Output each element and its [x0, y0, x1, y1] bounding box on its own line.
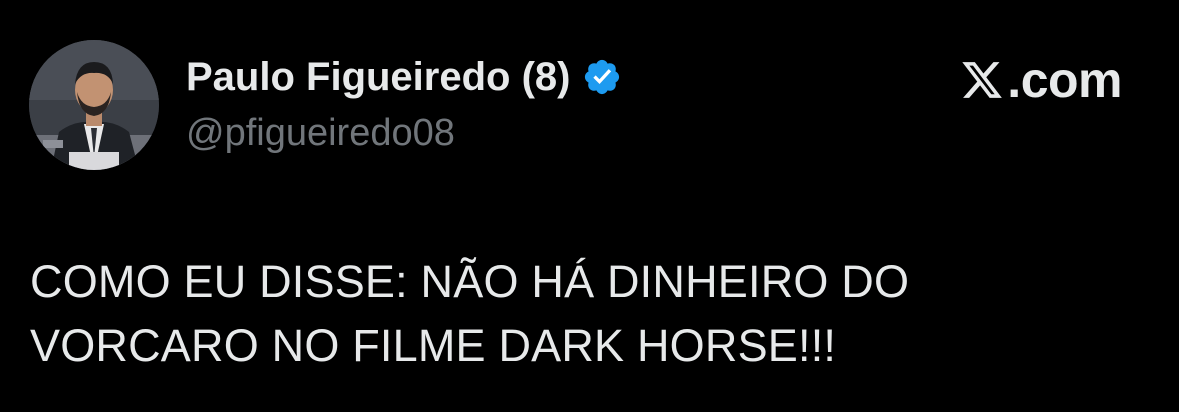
brand-text: .com	[1007, 52, 1122, 108]
verified-badge-icon	[582, 57, 622, 97]
tweet-card: Paulo Figueiredo (8) @pfigueiredo08 .com…	[0, 0, 1179, 412]
author-display-name[interactable]: Paulo Figueiredo (8)	[186, 54, 570, 100]
x-logo-icon	[959, 58, 1005, 102]
author-name[interactable]: Paulo Figueiredo (8)	[186, 54, 622, 100]
avatar-image	[29, 40, 159, 170]
x-com-brand: .com	[959, 52, 1122, 108]
avatar[interactable]	[29, 40, 159, 170]
tweet-text: COMO EU DISSE: NÃO HÁ DINHEIRO DO VORCAR…	[30, 256, 910, 371]
author-handle[interactable]: @pfigueiredo08	[186, 111, 455, 155]
